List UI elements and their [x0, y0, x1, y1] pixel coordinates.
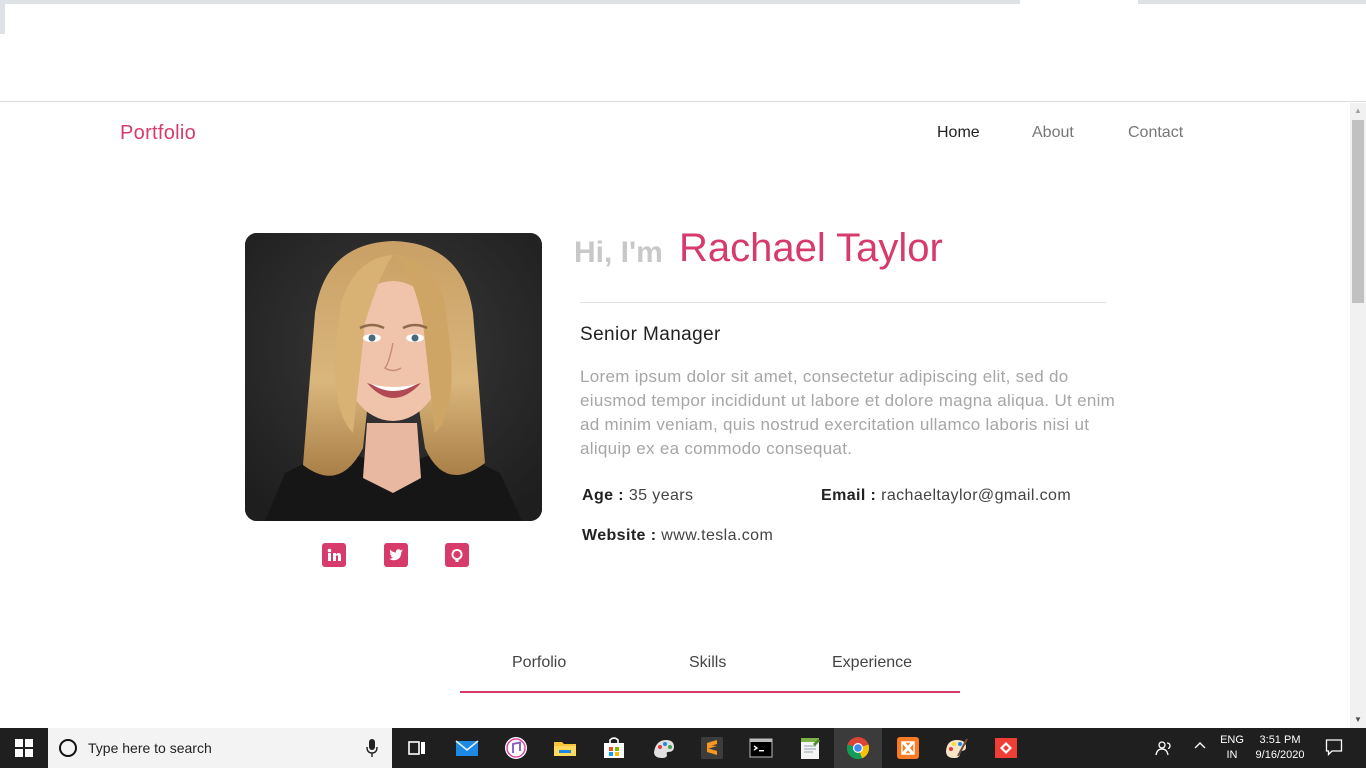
twitter-icon[interactable]: [384, 543, 408, 567]
tab-portfolio[interactable]: Porfolio: [512, 654, 566, 672]
nav-about[interactable]: About: [1032, 124, 1074, 142]
chrome-icon[interactable]: [844, 734, 872, 762]
nav-contact[interactable]: Contact: [1128, 124, 1183, 142]
clock-date: 9/16/2020: [1255, 749, 1305, 761]
scrollbar-thumb[interactable]: [1352, 120, 1364, 303]
age-value: 35 years: [628, 487, 694, 504]
brand-logo[interactable]: Portfolio: [120, 122, 196, 145]
browser-edge: [0, 4, 5, 34]
email-value[interactable]: rachaeltaylor@gmail.com: [881, 487, 1071, 504]
scroll-up-arrow-icon[interactable]: ▲: [1350, 103, 1366, 119]
cortana-icon: [59, 739, 77, 757]
task-view-icon[interactable]: [403, 734, 431, 762]
system-clock[interactable]: 3:51 PM 9/16/2020: [1252, 733, 1308, 763]
linkedin-icon[interactable]: [322, 543, 346, 567]
page-scrollbar[interactable]: ▲ ▼: [1350, 103, 1366, 728]
nav-home[interactable]: Home: [937, 124, 980, 142]
age-label: Age :: [582, 487, 624, 504]
browser-chrome: [0, 0, 1366, 102]
tab-underline: [460, 691, 960, 693]
email-label: Email :: [821, 487, 877, 504]
sublime-text-icon[interactable]: [698, 734, 726, 762]
xampp-icon[interactable]: [894, 734, 922, 762]
website-value[interactable]: www.tesla.com: [661, 527, 773, 544]
language-indicator[interactable]: ENG IN: [1219, 733, 1245, 763]
show-hidden-icons-chevron-icon[interactable]: [1193, 738, 1207, 755]
search-placeholder: Type here to search: [88, 740, 212, 756]
scroll-down-arrow-icon[interactable]: ▼: [1350, 712, 1366, 728]
paint-icon[interactable]: [942, 734, 970, 762]
anydesk-icon[interactable]: [992, 734, 1020, 762]
profile-photo: [245, 233, 542, 521]
website-info: Website : www.tesla.com: [582, 527, 773, 545]
mail-icon[interactable]: [453, 734, 481, 762]
lang-code: ENG: [1220, 734, 1244, 746]
section-divider: [580, 302, 1106, 303]
browser-tab-strip: [0, 0, 1366, 4]
website-label: Website :: [582, 527, 657, 544]
people-icon[interactable]: [1155, 739, 1173, 762]
tab-experience[interactable]: Experience: [832, 654, 912, 672]
age-info: Age : 35 years: [582, 487, 693, 505]
email-info: Email : rachaeltaylor@gmail.com: [821, 487, 1071, 505]
file-explorer-icon[interactable]: [551, 734, 579, 762]
taskbar-search-box[interactable]: Type here to search: [48, 728, 392, 768]
lang-region: IN: [1226, 749, 1238, 761]
page-viewport: Portfolio Home About Contact Hi, I'm Rac…: [0, 103, 1350, 728]
clock-time: 3:51 PM: [1259, 734, 1301, 746]
bio-text: Lorem ipsum dolor sit amet, consectetur …: [580, 367, 1116, 458]
microphone-icon[interactable]: [366, 738, 378, 758]
job-title: Senior Manager: [580, 324, 721, 345]
greeting-text: Hi, I'm: [574, 236, 663, 269]
profile-name: Rachael Taylor: [679, 226, 943, 270]
windows-start-icon[interactable]: [0, 728, 48, 768]
itunes-icon[interactable]: [502, 734, 530, 762]
notepad-icon[interactable]: [796, 734, 824, 762]
browser-active-tab[interactable]: [1020, 0, 1138, 4]
store-icon[interactable]: [600, 734, 628, 762]
cmd-icon[interactable]: [747, 734, 775, 762]
paint-3d-icon[interactable]: [650, 734, 678, 762]
github-icon[interactable]: [445, 543, 469, 567]
windows-taskbar: Type here to search ENG IN 3:51 PM 9/16/…: [0, 728, 1366, 768]
tab-skills[interactable]: Skills: [689, 654, 726, 672]
action-center-icon[interactable]: [1325, 738, 1343, 757]
